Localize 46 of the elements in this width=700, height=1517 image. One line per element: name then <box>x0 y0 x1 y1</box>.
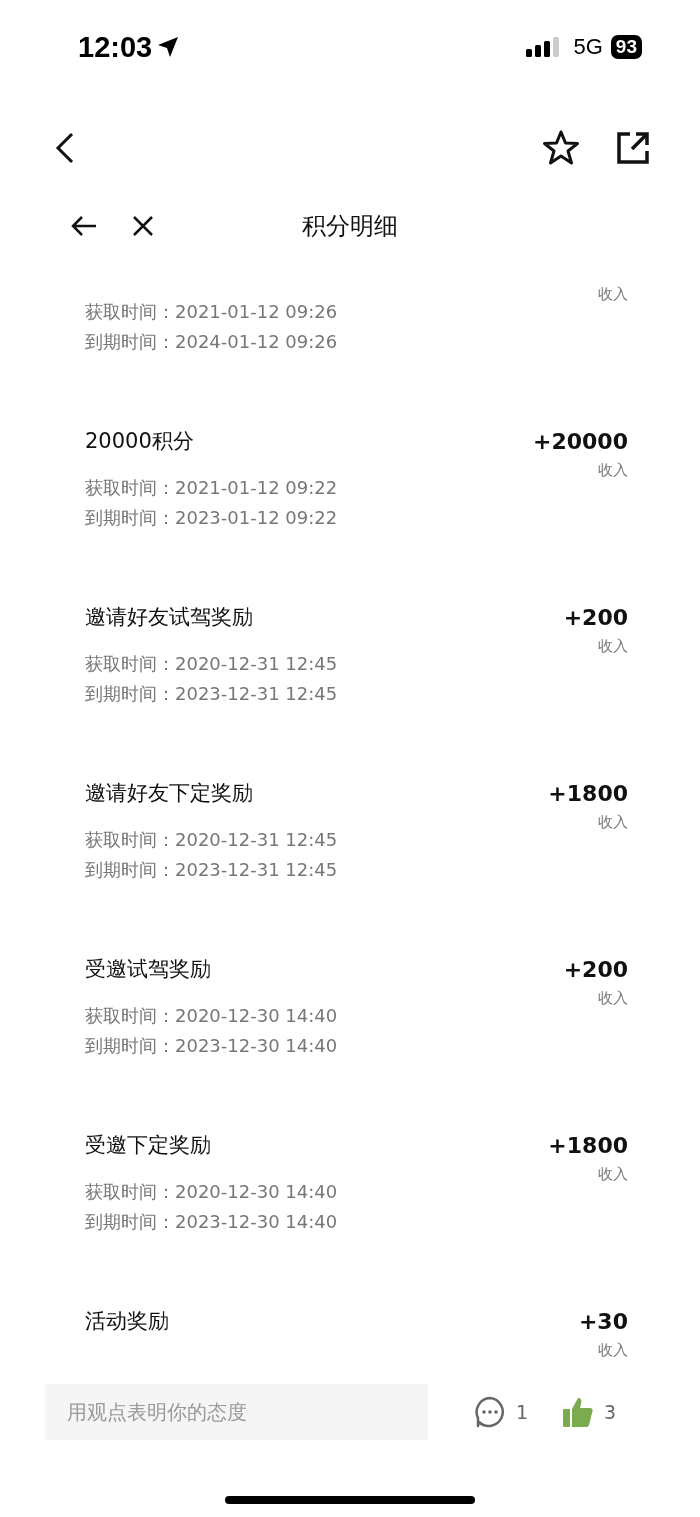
type-label: 收入 <box>598 812 628 832</box>
type-label: 收入 <box>598 460 628 480</box>
expiry-time: 到期时间：2023-12-31 12:45 <box>85 682 338 706</box>
share-icon[interactable] <box>616 131 650 165</box>
expiry-time: 到期时间：2023-12-31 12:45 <box>85 858 338 882</box>
points-amount: +200 <box>563 604 628 630</box>
points-amount: +20000 <box>533 428 628 454</box>
arrow-left-icon[interactable] <box>70 214 98 238</box>
acquired-time: 获取时间：2020-12-31 12:45 <box>85 828 338 852</box>
acquired-time: 获取时间：2020-12-30 14:40 <box>85 1180 338 1204</box>
item-title: 活动奖励 <box>85 1308 170 1335</box>
acquired-time: 获取时间：2021-01-12 09:22 <box>85 476 338 500</box>
location-arrow-icon <box>156 35 181 59</box>
comment-count: 1 <box>516 1401 529 1423</box>
type-label: 收入 <box>598 988 628 1008</box>
clock-time: 12:03 <box>78 30 153 64</box>
signal-icon <box>525 37 562 57</box>
acquired-time: 获取时间：2020-12-30 14:40 <box>85 1004 338 1028</box>
item-title: 邀请好友试驾奖励 <box>85 604 254 631</box>
expiry-time: 到期时间：2023-12-30 14:40 <box>85 1034 338 1058</box>
points-amount: +200 <box>563 956 628 982</box>
type-label: 收入 <box>598 1164 628 1184</box>
comment-icon[interactable] <box>474 1396 506 1428</box>
item-title: 受邀试驾奖励 <box>85 956 212 983</box>
type-label: 收入 <box>598 1340 628 1360</box>
type-label: 收入 <box>598 284 628 304</box>
item-title: 邀请好友下定奖励 <box>85 780 254 807</box>
points-amount: +1800 <box>548 1132 628 1158</box>
acquired-time: 获取时间：2021-01-12 09:26 <box>85 300 338 324</box>
page-title: 积分明细 <box>302 211 398 242</box>
network-label: 5G <box>573 34 603 60</box>
expiry-time: 到期时间：2023-01-12 09:22 <box>85 506 338 530</box>
star-icon[interactable] <box>542 130 580 166</box>
comment-input-field[interactable]: 用观点表明你的态度 <box>45 1384 428 1440</box>
points-amount: +1800 <box>548 780 628 806</box>
acquired-time: 获取时间：2020-12-31 12:45 <box>85 652 338 676</box>
item-title: 受邀下定奖励 <box>85 1132 212 1159</box>
item-title: 20000积分 <box>85 428 195 455</box>
points-amount: +30 <box>578 1308 628 1334</box>
like-count: 3 <box>604 1401 617 1423</box>
battery-level: 93 <box>610 35 642 59</box>
expiry-time: 到期时间：2024-01-12 09:26 <box>85 330 338 354</box>
expiry-time: 到期时间：2023-12-30 14:40 <box>85 1210 338 1234</box>
thumbs-up-icon[interactable] <box>562 1396 595 1428</box>
close-icon[interactable] <box>132 215 154 237</box>
type-label: 收入 <box>598 636 628 656</box>
